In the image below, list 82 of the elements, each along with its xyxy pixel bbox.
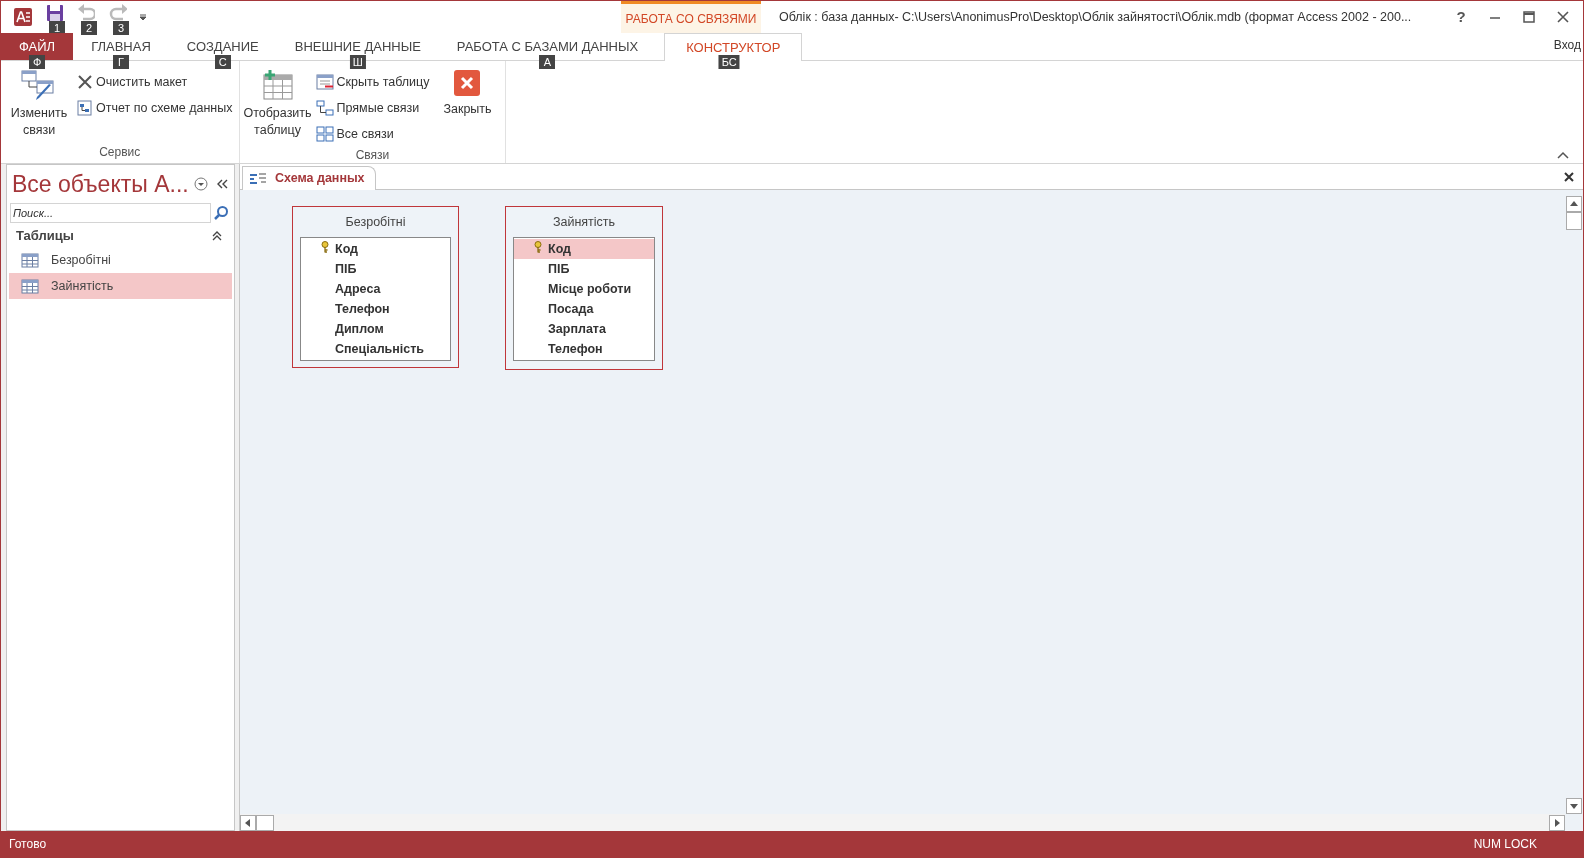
redo-icon <box>109 3 127 21</box>
ribbon-button[interactable]: Закрыть <box>433 67 502 118</box>
field-row[interactable]: Зарплата <box>514 319 654 339</box>
add-table-icon <box>260 69 295 101</box>
keytip: А <box>539 55 556 69</box>
arrow-down-icon <box>1570 803 1578 809</box>
customize-caret-icon <box>139 13 147 21</box>
group-label: Сервис <box>99 144 141 161</box>
save-icon <box>45 3 63 21</box>
ribbon-button[interactable]: Изменить связи <box>5 67 73 139</box>
relationships-icon <box>315 126 334 142</box>
table-title: Зайнятість <box>551 214 617 231</box>
keytip: Ш <box>349 55 366 69</box>
table-icon <box>21 278 39 294</box>
close-icon <box>1557 11 1569 23</box>
search-icon <box>213 205 229 221</box>
scroll-up-button[interactable] <box>1566 196 1582 212</box>
ribbon-button[interactable]: Прямые связи <box>313 96 432 120</box>
collapse-group-icon <box>212 231 222 241</box>
search-field[interactable]: Поиск... <box>10 203 211 223</box>
scroll-thumb[interactable] <box>256 814 274 831</box>
arrow-left-icon <box>245 818 251 827</box>
collapse-ribbon-icon <box>1557 151 1569 159</box>
relationships-icon <box>315 100 334 116</box>
key-icon <box>321 241 329 253</box>
ribbon-button[interactable]: Очистить макет <box>75 70 235 94</box>
status-indicator: NUM LOCK <box>1473 836 1537 853</box>
pane-title: Все объекты А... <box>12 169 189 199</box>
scroll-down-button[interactable] <box>1566 798 1582 814</box>
table-icon <box>21 252 39 268</box>
app-icon <box>13 7 33 27</box>
report-icon <box>77 100 93 116</box>
ribbon-button[interactable]: Скрыть таблицу <box>313 70 432 94</box>
collapse-pane-icon <box>216 179 228 189</box>
arrow-up-icon <box>1570 201 1578 207</box>
table-list-item[interactable]: Зайнятість <box>9 273 232 299</box>
context-tab-group: РАБОТА СО СВЯЗЯМИ <box>621 1 761 33</box>
keytip: БС <box>718 55 740 69</box>
ribbon-button[interactable]: Отобразить таблицу <box>243 67 312 139</box>
field-row[interactable]: Спеціальність <box>301 339 450 359</box>
field-row[interactable]: Посада <box>514 299 654 319</box>
keytip: 3 <box>113 21 129 35</box>
document-tab[interactable]: Схема данных <box>242 166 376 190</box>
ribbon-button[interactable]: Все связи <box>313 122 432 146</box>
status-text: Готово <box>9 836 47 853</box>
key-icon <box>534 241 542 253</box>
field-row[interactable]: Код <box>301 239 450 259</box>
table-title: Безробітні <box>344 214 407 231</box>
keytip: 2 <box>81 21 97 35</box>
field-row[interactable]: Телефон <box>301 299 450 319</box>
hide-table-icon <box>315 74 334 90</box>
group-label: Связи <box>355 147 390 164</box>
field-row[interactable]: Код <box>514 239 654 259</box>
close-icon <box>1564 172 1574 182</box>
group-header: Таблицы <box>16 227 74 246</box>
keytip: Ф <box>29 55 46 69</box>
table-window[interactable]: Зайнятість Код ПІБ Місце роботи Посада Зарплата Телефон <box>505 206 663 370</box>
field-row[interactable]: ПІБ <box>514 259 654 279</box>
undo-icon <box>77 3 95 21</box>
table-window[interactable]: Безробітні Код ПІБ Адреса Телефон Диплом Спеціальність <box>292 206 459 368</box>
window-title: Облік : база данных- C:\Users\AnonimusPro\Desktop\Облік зайнятості\Облік.mdb (формат Access 2002 - 200... <box>779 8 1412 26</box>
field-row[interactable]: Адреса <box>301 279 450 299</box>
relationships-icon <box>249 171 267 186</box>
field-row[interactable]: ПІБ <box>301 259 450 279</box>
arrow-right-icon <box>1554 818 1560 827</box>
ribbon-button[interactable]: Отчет по схеме данных <box>75 96 235 120</box>
help-button[interactable]: ? <box>1451 5 1471 29</box>
scroll-left-button[interactable] <box>240 814 256 831</box>
scroll-right-button[interactable] <box>1549 814 1565 831</box>
keytip: С <box>214 55 231 69</box>
dropdown-icon <box>194 177 208 191</box>
close-icon <box>77 74 93 90</box>
keytip: Г <box>112 55 129 69</box>
maximize-icon <box>1523 11 1535 23</box>
field-row[interactable]: Телефон <box>514 339 654 359</box>
field-row[interactable]: Диплом <box>301 319 450 339</box>
close-icon <box>453 69 482 97</box>
edit-relationships-icon <box>21 69 57 101</box>
field-row[interactable]: Місце роботи <box>514 279 654 299</box>
scroll-thumb[interactable] <box>1566 212 1582 230</box>
table-list-item[interactable]: Безробітні <box>9 247 232 273</box>
sign-in-link[interactable]: Вход <box>1553 33 1583 54</box>
